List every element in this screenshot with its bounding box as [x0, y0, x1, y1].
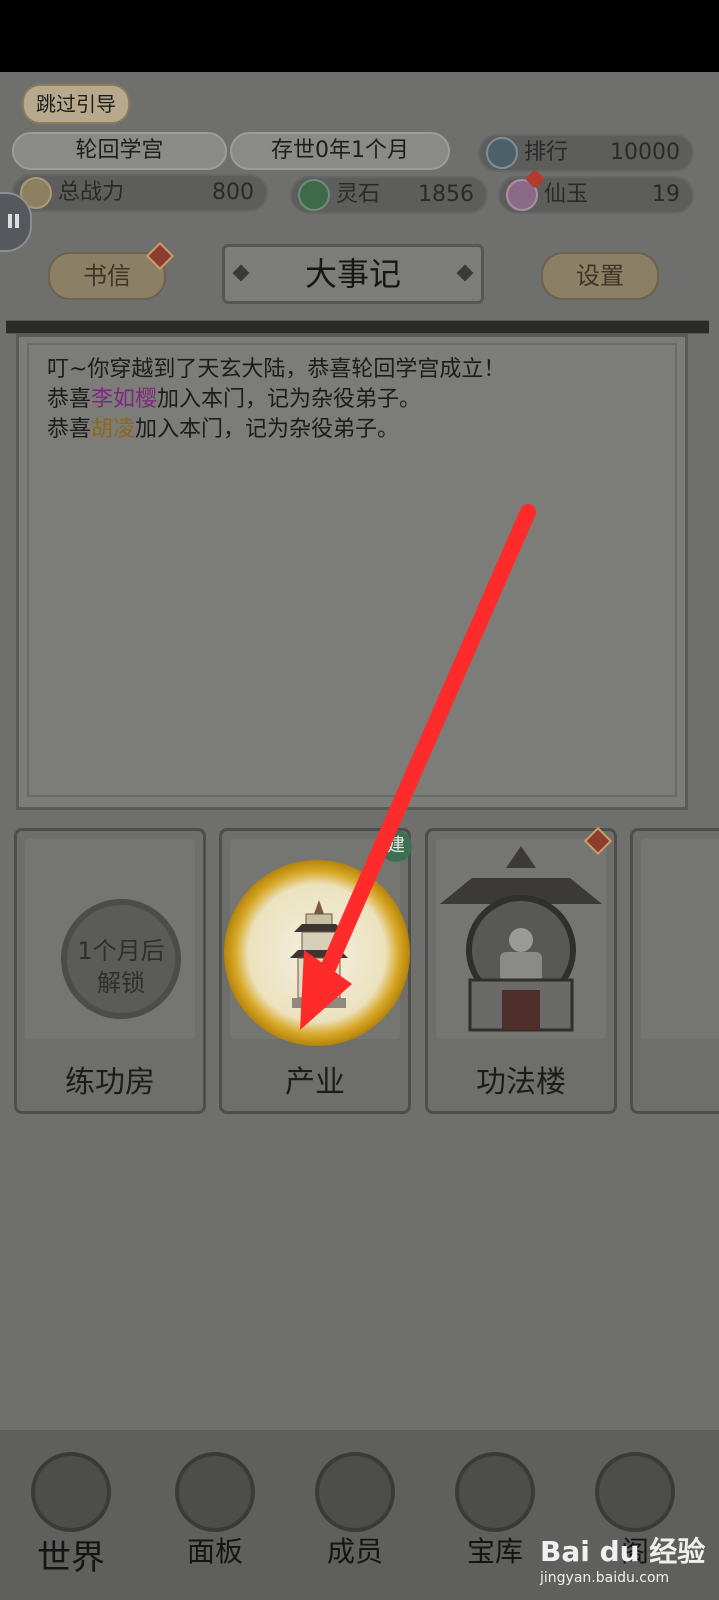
ornament-icon [456, 264, 474, 282]
building-card-partial[interactable] [630, 828, 719, 1114]
notification-badge-icon [145, 241, 175, 271]
letters-button[interactable]: 书信 [48, 241, 175, 300]
nav-label: 面板 [186, 1535, 243, 1568]
pagoda-icon [290, 900, 348, 1008]
status-bar [0, 0, 719, 72]
building-label: 练功房 [65, 1065, 155, 1100]
spirit-stone-icon [298, 179, 330, 211]
lock-icon: 1个月后 解锁 [61, 899, 181, 1019]
page-title: 大事记 [222, 244, 484, 304]
building-card-training-room[interactable]: 1个月后 解锁 练功房 [14, 828, 206, 1114]
disciple-name[interactable]: 李如樱 [91, 387, 157, 412]
rank-label: 排行 [524, 140, 569, 165]
log-text: 加入本门，记为杂役弟子。 [157, 387, 422, 412]
rank-value: 10000 [610, 140, 680, 165]
watermark-main: Bai du 经验 [540, 1535, 706, 1568]
nav-world[interactable]: 世界 [6, 1440, 136, 1600]
pause-icon [8, 214, 12, 228]
event-log-list: 叮~你穿越到了天玄大陆，恭喜轮回学宫成立！ 恭喜李如樱加入本门，记为杂役弟子。 … [27, 343, 677, 797]
jade-value: 19 [652, 182, 680, 207]
skip-guide-button[interactable]: 跳过引导 [22, 84, 130, 124]
sect-name-badge: 轮回学宫 [12, 132, 227, 170]
power-label: 总战力 [58, 180, 125, 205]
watermark-logo: Bai du 经验 jingyan.baidu.com [540, 1530, 710, 1590]
jade-display[interactable]: 仙玉 19 [498, 169, 694, 214]
rank-icon [486, 137, 518, 169]
unlock-text: 解锁 [97, 969, 145, 997]
ornament-icon [232, 264, 250, 282]
world-icon [31, 1452, 111, 1532]
scroll-icon [175, 1452, 255, 1532]
total-power-display: 总战力 800 [12, 174, 268, 212]
event-log-panel[interactable]: 叮~你穿越到了天玄大陆，恭喜轮回学宫成立！ 恭喜李如樱加入本门，记为杂役弟子。 … [16, 334, 688, 810]
log-entry: 恭喜胡凌加入本门，记为杂役弟子。 [47, 415, 657, 445]
nav-label: 世界 [37, 1538, 105, 1578]
spirit-stone-label: 灵石 [336, 182, 381, 207]
spirit-stone-value: 1856 [418, 182, 474, 207]
log-text: 加入本门，记为杂役弟子。 [135, 417, 400, 442]
page-title-text: 大事记 [304, 255, 401, 293]
divider [6, 320, 709, 334]
yin-yang-icon [455, 1452, 535, 1532]
unlock-time-text: 1个月后 [77, 937, 165, 965]
rank-display[interactable]: 排行 10000 [478, 134, 694, 172]
building-label: 产业 [285, 1065, 345, 1100]
disciple-name[interactable]: 胡凌 [91, 417, 135, 442]
settings-button[interactable]: 设置 [541, 252, 659, 300]
building-label: 功法楼 [476, 1065, 566, 1100]
watermark-sub: jingyan.baidu.com [540, 1570, 670, 1586]
log-entry: 恭喜李如樱加入本门，记为杂役弟子。 [47, 385, 657, 415]
training-room-art: 1个月后 解锁 [25, 839, 195, 1039]
log-text: 恭喜 [47, 417, 92, 442]
nav-panel[interactable]: 面板 [150, 1440, 280, 1600]
log-entry: 叮~你穿越到了天玄大陆，恭喜轮回学宫成立！ [47, 357, 506, 382]
log-text: 恭喜 [47, 387, 92, 412]
sect-age-badge: 存世0年1个月 [230, 132, 450, 170]
building-art [641, 839, 719, 1039]
power-value: 800 [212, 180, 254, 205]
technique-hall-icon [440, 846, 602, 1032]
member-avatar-icon [315, 1452, 395, 1532]
build-tag-icon: 建 [380, 830, 412, 862]
spirit-stone-display: 灵石 1856 [290, 176, 488, 214]
nav-members[interactable]: 成员 [290, 1440, 420, 1600]
pavilion-icon [595, 1452, 675, 1532]
jade-label: 仙玉 [544, 182, 589, 207]
nav-label: 成员 [326, 1535, 383, 1568]
letters-label: 书信 [83, 262, 131, 290]
